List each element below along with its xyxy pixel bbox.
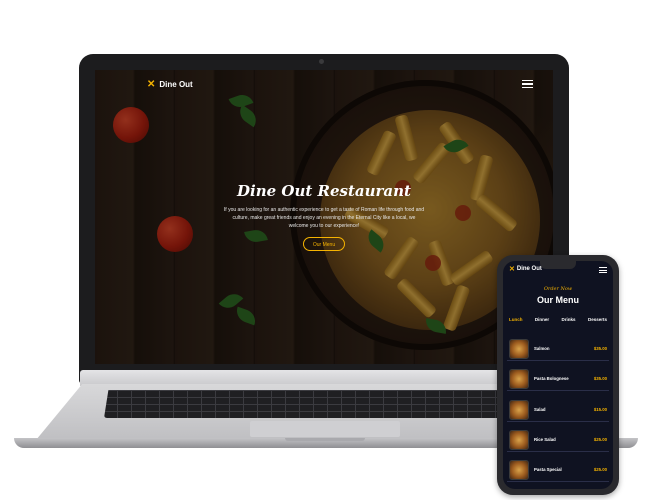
dish-price: $35.00 [593,346,607,351]
dish-thumbnail [509,400,529,420]
laptop-trackpad [250,421,400,437]
menu-tabs: Lunch Dinner Drinks Desserts [509,317,607,322]
dish-name: Salmon [534,346,550,351]
logo-text: Dine Out [159,80,193,89]
tab-lunch[interactable]: Lunch [509,317,523,322]
menu-title: Our Menu [537,295,579,305]
hero-title: Dine Out Restaurant [237,182,411,200]
menu-item[interactable]: Salad $15.00 [507,399,609,422]
dish-thumbnail [509,430,529,450]
dish-name: Pasta Special [534,467,562,472]
menu-item[interactable]: Pasta Bolognese $35.00 [507,368,609,391]
dish-name: Pasta Bolognese [534,376,569,381]
dish-thumbnail [509,369,529,389]
menu-item[interactable]: Salmon $35.00 [507,338,609,361]
phone-hamburger-menu-icon[interactable] [599,267,607,275]
dish-name: Rice Salad [534,437,556,442]
dish-thumbnail [509,460,529,480]
laptop-opening-notch [285,438,365,441]
laptop-keyboard [104,390,544,418]
laptop-screen: ✕ Dine Out Dine Out Restaurant If you ar… [95,70,553,364]
phone-site-logo[interactable]: ✕ Dine Out [509,265,542,273]
hero-description: If you are looking for an authentic expe… [223,207,425,229]
tab-drinks[interactable]: Drinks [562,317,576,322]
camera-icon [319,59,324,64]
fork-knife-icon: ✕ [509,266,515,273]
site-logo[interactable]: ✕ Dine Out [147,79,193,90]
dish-price: $25.00 [593,467,607,472]
fork-knife-icon: ✕ [147,79,156,90]
tab-dinner[interactable]: Dinner [535,317,549,322]
phone-logo-text: Dine Out [516,266,542,272]
phone-notch [540,261,576,269]
dish-thumbnail [509,339,529,359]
dish-price: $15.00 [593,407,607,412]
our-menu-button[interactable]: Our Menu [303,237,345,251]
tab-desserts[interactable]: Desserts [588,317,607,322]
menu-item[interactable]: Rice Salad $25.00 [507,429,609,452]
dish-price: $25.00 [593,437,607,442]
menu-subtitle: Order Now [543,286,573,292]
phone-screen: ✕ Dine Out Order Now Our Menu Lunch Dinn… [503,261,613,489]
menu-item[interactable]: Pasta Special $25.00 [507,459,609,482]
dish-name: Salad [534,407,546,412]
dish-price: $35.00 [593,376,607,381]
hamburger-menu-icon[interactable] [522,80,533,90]
